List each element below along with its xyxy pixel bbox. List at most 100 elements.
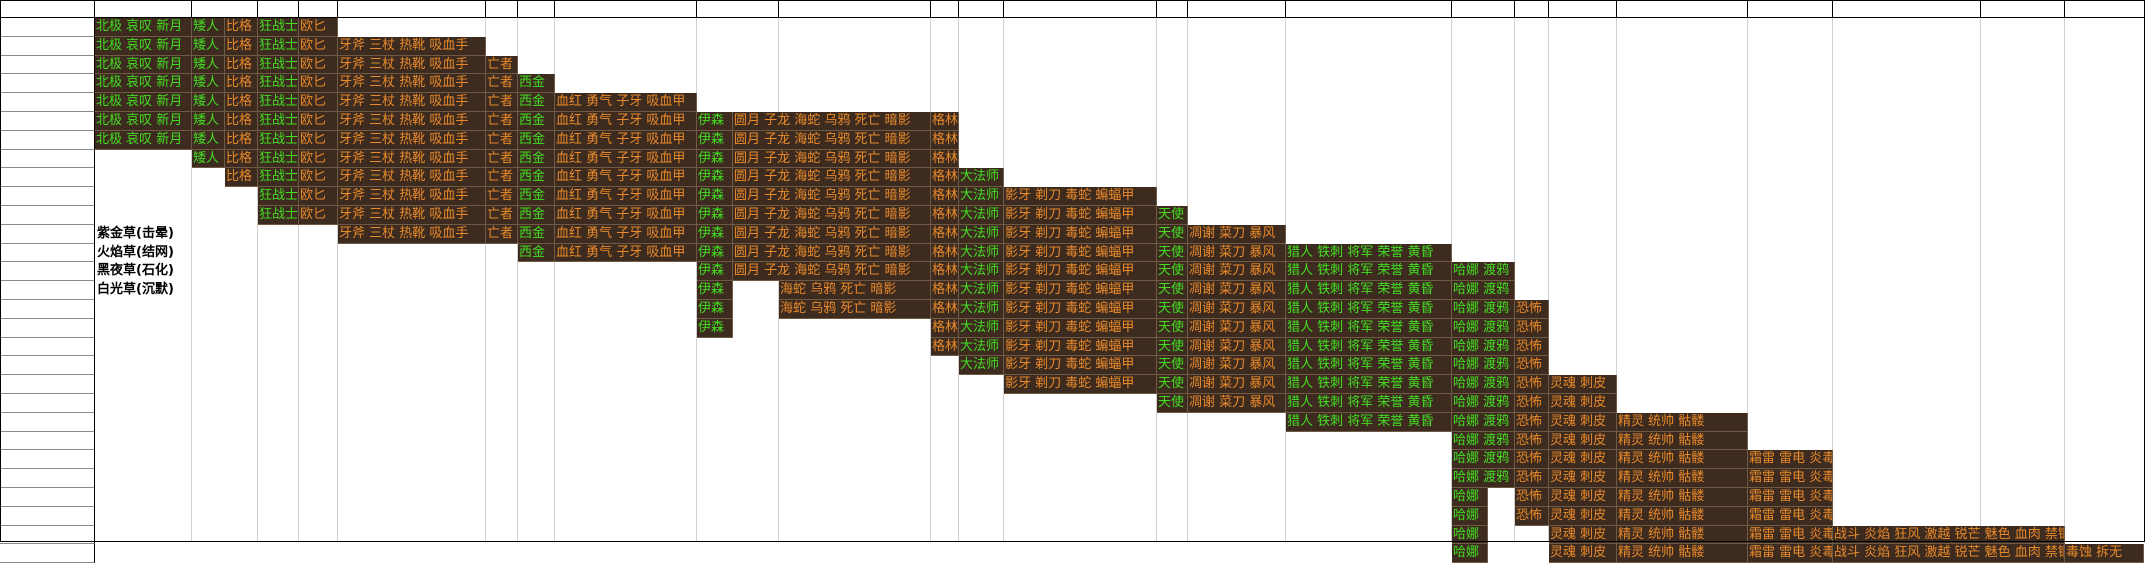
drop-cell: 哈娜 渡鸦	[1452, 412, 1515, 432]
drop-cell: 格林	[931, 281, 959, 300]
drop-cell: 霜雷 雷电 炎毒	[1748, 450, 1833, 470]
drop-cell: 亡者	[486, 224, 518, 244]
drop-cell: 西金	[518, 224, 555, 244]
drop-cell: 牙斧 三杖 热靴 吸血手	[338, 206, 486, 225]
column-header	[299, 0, 338, 18]
drop-cell: 血红 勇气 子牙 吸血甲	[555, 243, 697, 263]
drop-cell: 圆月 子龙 海蛇 乌鸦 死亡 暗影	[733, 168, 931, 188]
drop-cell: 霜雷 雷电 炎毒	[1748, 488, 1833, 507]
drop-cell: 亡者	[486, 55, 518, 75]
drop-cell: 北极 哀叹 新月	[95, 74, 192, 94]
drop-cell: 天使	[1157, 337, 1188, 357]
drop-cell: 牙斧 三杖 热靴 吸血手	[338, 168, 486, 188]
drop-cell: 海蛇 乌鸦 死亡 暗影	[779, 300, 931, 319]
drop-cell: 哈娜 渡鸦	[1452, 356, 1515, 376]
drop-cell: 影牙 剃刀 毒蛇 蝙蝠甲	[1004, 206, 1157, 225]
drop-cell: 狂战士	[258, 130, 299, 150]
drop-cell: 西金	[518, 206, 555, 225]
drop-cell: 哈娜 渡鸦	[1452, 469, 1515, 488]
drop-cell: 大法师	[959, 318, 1004, 338]
drop-cell: 亡者	[486, 130, 518, 150]
drop-cell: 灵魂 刺皮	[1549, 394, 1617, 413]
drop-cell: 影牙 剃刀 毒蛇 蝙蝠甲	[1004, 187, 1157, 206]
row-label	[0, 18, 95, 37]
drop-cell: 狂战士	[258, 206, 299, 225]
drop-cell: 西金	[518, 149, 555, 169]
drop-cell: 北极 哀叹 新月	[95, 130, 192, 150]
drop-cell: 影牙 剃刀 毒蛇 蝙蝠甲	[1004, 375, 1157, 394]
drop-cell: 西金	[518, 187, 555, 206]
drop-cell: 伊森	[697, 224, 733, 244]
drop-cell: 欧匕	[299, 187, 338, 206]
row-label	[0, 431, 95, 451]
drop-cell: 恐怖	[1515, 412, 1549, 432]
drop-cell: 猎人 铁刺 将军 荣誉 黄昏	[1286, 356, 1452, 376]
drop-cell: 矮人	[192, 74, 225, 94]
drop-cell: 影牙 剃刀 毒蛇 蝙蝠甲	[1004, 224, 1157, 244]
column-header	[1004, 0, 1157, 18]
drop-cell: 西金	[518, 168, 555, 188]
row-label	[0, 488, 95, 507]
drop-cell: 西金	[518, 130, 555, 150]
row-label	[0, 356, 95, 376]
column-header	[258, 0, 299, 18]
herb-legend-item: 火焰草(结网)	[97, 244, 174, 260]
drop-cell: 影牙 剃刀 毒蛇 蝙蝠甲	[1004, 281, 1157, 300]
drop-cell: 大法师	[959, 187, 1004, 206]
drop-cell: 大法师	[959, 356, 1004, 376]
drop-cell: 牙斧 三杖 热靴 吸血手	[338, 130, 486, 150]
row-label	[0, 318, 95, 338]
drop-cell: 血红 勇气 子牙 吸血甲	[555, 168, 697, 188]
drop-cell: 格林	[931, 224, 959, 244]
drop-cell: 格林	[931, 318, 959, 338]
column-header	[1515, 0, 1549, 18]
herb-legend-item: 黑夜草(石化)	[97, 263, 174, 279]
drop-cell: 格林	[931, 262, 959, 282]
herb-legend-item: 紫金草(击晕)	[97, 225, 174, 241]
column-header	[486, 0, 518, 18]
drop-cell: 比格	[225, 168, 258, 188]
column-header	[2065, 0, 2145, 18]
drop-cell: 血红 勇气 子牙 吸血甲	[555, 224, 697, 244]
drop-cell: 欧匕	[299, 36, 338, 56]
drop-cell: 矮人	[192, 112, 225, 131]
drop-cell: 霜雷 雷电 炎毒	[1748, 506, 1833, 526]
drop-cell: 精灵 统帅 骷髅	[1617, 469, 1748, 488]
row-label	[0, 130, 95, 150]
drop-cell: 格林	[931, 112, 959, 131]
drop-cell: 矮人	[192, 93, 225, 112]
row-label	[0, 506, 95, 526]
drop-cell: 哈娜 渡鸦	[1452, 431, 1515, 451]
drop-cell: 比格	[225, 18, 258, 37]
drop-cell: 格林	[931, 130, 959, 150]
drop-cell: 影牙 剃刀 毒蛇 蝙蝠甲	[1004, 318, 1157, 338]
drop-cell: 亡者	[486, 93, 518, 112]
drop-cell: 凋谢 菜刀 暴风	[1188, 318, 1286, 338]
drop-cell: 凋谢 菜刀 暴风	[1188, 356, 1286, 376]
drop-cell: 血红 勇气 子牙 吸血甲	[555, 93, 697, 112]
drop-cell: 格林	[931, 243, 959, 263]
drop-cell: 欧匕	[299, 18, 338, 37]
row-label	[0, 224, 95, 244]
drop-cell: 比格	[225, 130, 258, 150]
drop-cell: 格林	[931, 149, 959, 169]
drop-cell: 圆月 子龙 海蛇 乌鸦 死亡 暗影	[733, 243, 931, 263]
drop-cell: 伊森	[697, 243, 733, 263]
drop-cell: 恐怖	[1515, 469, 1549, 488]
drop-cell: 天使	[1157, 224, 1188, 244]
row-label	[0, 450, 95, 470]
drop-cell: 比格	[225, 36, 258, 56]
drop-cell: 血红 勇气 子牙 吸血甲	[555, 149, 697, 169]
drop-cell: 牙斧 三杖 热靴 吸血手	[338, 224, 486, 244]
drop-cell: 格林	[931, 187, 959, 206]
column-header	[1188, 0, 1286, 18]
row-label	[0, 206, 95, 225]
column-header	[1452, 0, 1515, 18]
drop-cell: 霜雷 雷电 炎毒	[1748, 544, 1833, 563]
column-header	[779, 0, 931, 18]
drop-cell: 精灵 统帅 骷髅	[1617, 412, 1748, 432]
drop-cell: 灵魂 刺皮	[1549, 375, 1617, 394]
drop-cell: 哈娜	[1452, 506, 1488, 526]
drop-cell: 恐怖	[1515, 375, 1549, 394]
drop-cell: 哈娜 渡鸦	[1452, 262, 1515, 282]
